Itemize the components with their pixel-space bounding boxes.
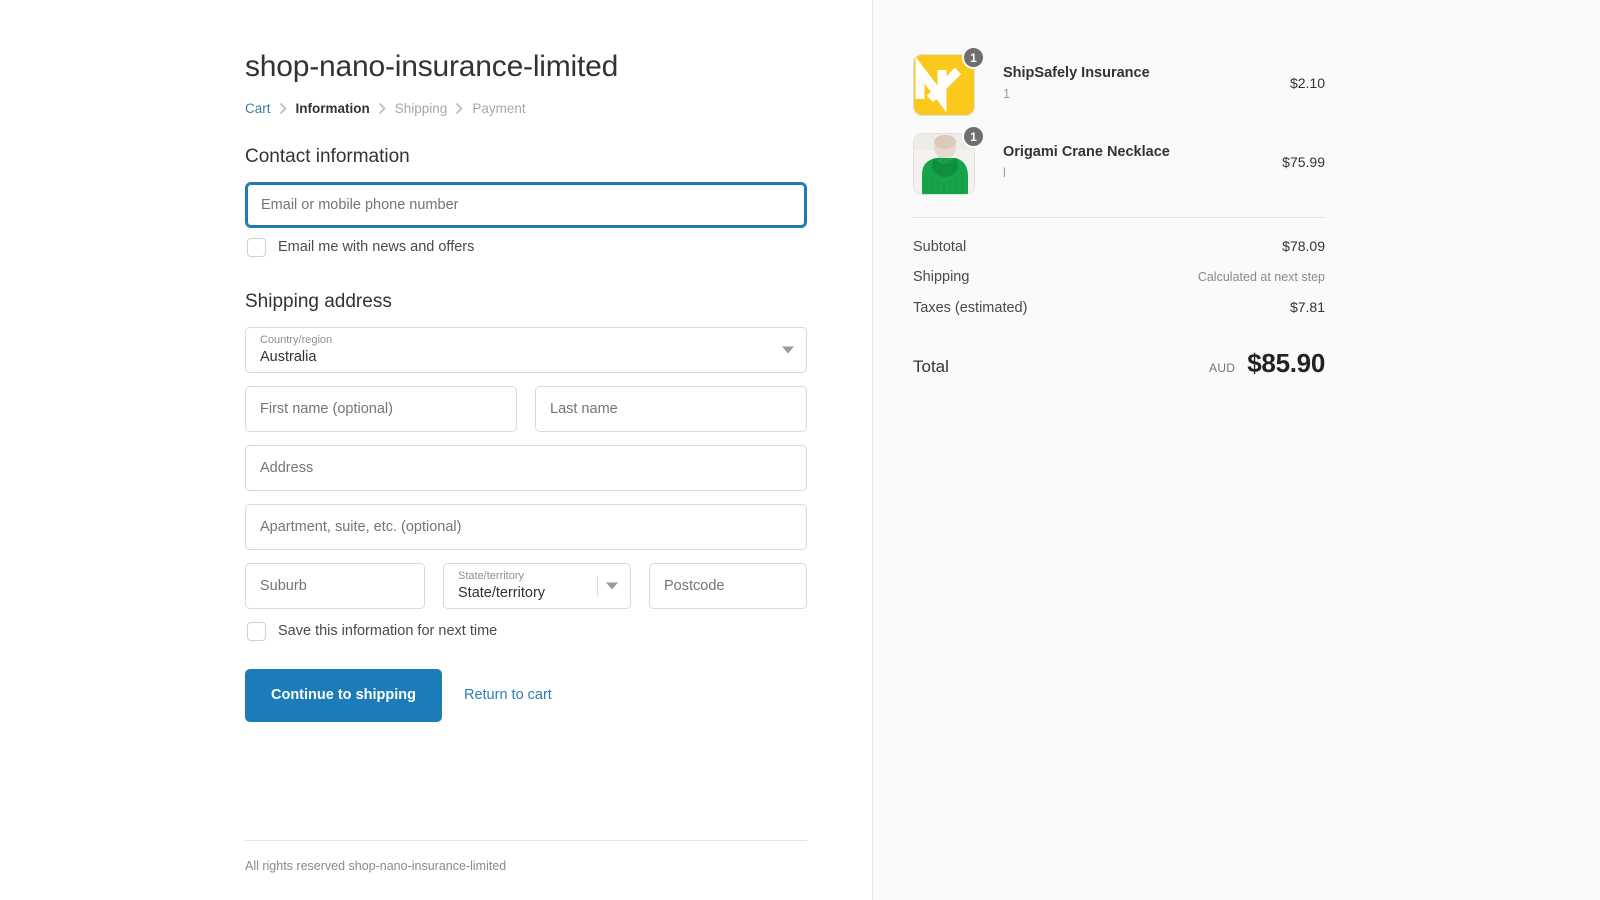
save-info-label: Save this information for next time	[278, 623, 498, 639]
postcode-input[interactable]	[649, 562, 807, 609]
breadcrumb-shipping: Shipping	[394, 100, 448, 116]
product-name: Origami Crane Necklace	[1003, 144, 1170, 161]
shipping-row: Shipping Calculated at next step	[913, 269, 1325, 285]
newsletter-label: Email me with news and offers	[278, 239, 475, 255]
product-price: $2.10	[1289, 75, 1325, 91]
order-totals: Subtotal $78.09 Shipping Calculated at n…	[913, 218, 1325, 379]
select-divider	[597, 575, 598, 596]
country-region-label: Country/region	[260, 333, 333, 346]
footer: All rights reserved shop-nano-insurance-…	[245, 840, 807, 873]
form-actions: Continue to shipping Return to cart	[245, 668, 807, 722]
chevron-right-icon	[279, 102, 287, 114]
checkout-main-column: shop-nano-insurance-limited Cart Informa…	[0, 0, 872, 900]
breadcrumb-cart[interactable]: Cart	[245, 101, 271, 116]
footer-text: All rights reserved shop-nano-insurance-…	[245, 859, 507, 873]
state-territory-select[interactable]: State/territory State/territory	[443, 562, 631, 609]
product-thumbnail-wrap: 1	[913, 46, 985, 116]
newsletter-checkbox-row[interactable]: Email me with news and offers	[247, 237, 807, 257]
shipping-label: Shipping	[913, 269, 970, 285]
taxes-row: Taxes (estimated) $7.81	[913, 299, 1325, 316]
state-territory-value: State/territory	[458, 584, 546, 601]
suburb-input[interactable]	[245, 562, 425, 609]
last-name-input[interactable]	[535, 385, 807, 432]
taxes-label: Taxes (estimated)	[913, 300, 1028, 316]
country-region-select[interactable]: Country/region Australia	[245, 326, 807, 373]
subtotal-label: Subtotal	[913, 239, 967, 255]
first-name-input[interactable]	[245, 385, 517, 432]
quantity-badge: 1	[962, 46, 985, 69]
return-to-cart-link[interactable]: Return to cart	[464, 687, 552, 703]
grand-total-row: Total AUD $85.90	[913, 330, 1325, 379]
breadcrumb-information: Information	[295, 100, 370, 116]
total-label: Total	[913, 357, 949, 376]
page-title: shop-nano-insurance-limited	[245, 50, 619, 83]
product-price: $75.99	[1282, 154, 1325, 170]
taxes-value: $7.81	[1289, 299, 1325, 315]
chevron-down-icon	[606, 582, 618, 589]
chevron-right-icon	[378, 102, 386, 114]
product-info: Origami Crane Necklace l	[979, 143, 1282, 181]
product-variant: l	[1003, 165, 1006, 180]
address-input[interactable]	[245, 444, 807, 491]
contact-information-heading: Contact information	[245, 145, 410, 167]
product-thumbnail-wrap: 1	[913, 125, 985, 195]
breadcrumb-payment: Payment	[472, 100, 526, 116]
product-name: ShipSafely Insurance	[1003, 65, 1150, 82]
chevron-right-icon	[456, 102, 463, 114]
save-info-checkbox[interactable]	[247, 621, 266, 641]
state-territory-label: State/territory	[458, 569, 525, 582]
order-summary-column: 1 ShipSafely Insurance 1 $2.10 1 Origami…	[872, 0, 1600, 900]
shipping-address-heading: Shipping address	[245, 290, 392, 312]
product-info: ShipSafely Insurance 1	[979, 64, 1290, 102]
email-input[interactable]	[245, 181, 807, 228]
product-variant: 1	[1003, 86, 1010, 101]
subtotal-row: Subtotal $78.09	[913, 238, 1325, 255]
shipping-value: Calculated at next step	[1197, 270, 1325, 284]
chevron-down-icon	[782, 346, 794, 353]
apartment-input[interactable]	[245, 503, 807, 550]
checkout-page: shop-nano-insurance-limited Cart Informa…	[0, 0, 1600, 900]
quantity-badge: 1	[962, 125, 985, 148]
total-currency: AUD	[1209, 361, 1236, 375]
save-info-checkbox-row[interactable]: Save this information for next time	[247, 621, 807, 641]
breadcrumb: Cart Information Shipping Payment	[245, 101, 807, 116]
order-line-item: 1 Origami Crane Necklace l $75.99	[913, 125, 1325, 195]
total-value: $85.90	[1247, 348, 1325, 378]
subtotal-value: $78.09	[1282, 238, 1325, 254]
country-region-value: Australia	[260, 348, 317, 365]
order-line-item: 1 ShipSafely Insurance 1 $2.10	[913, 46, 1325, 116]
continue-to-shipping-button[interactable]: Continue to shipping	[245, 668, 442, 722]
newsletter-checkbox[interactable]	[247, 237, 266, 257]
